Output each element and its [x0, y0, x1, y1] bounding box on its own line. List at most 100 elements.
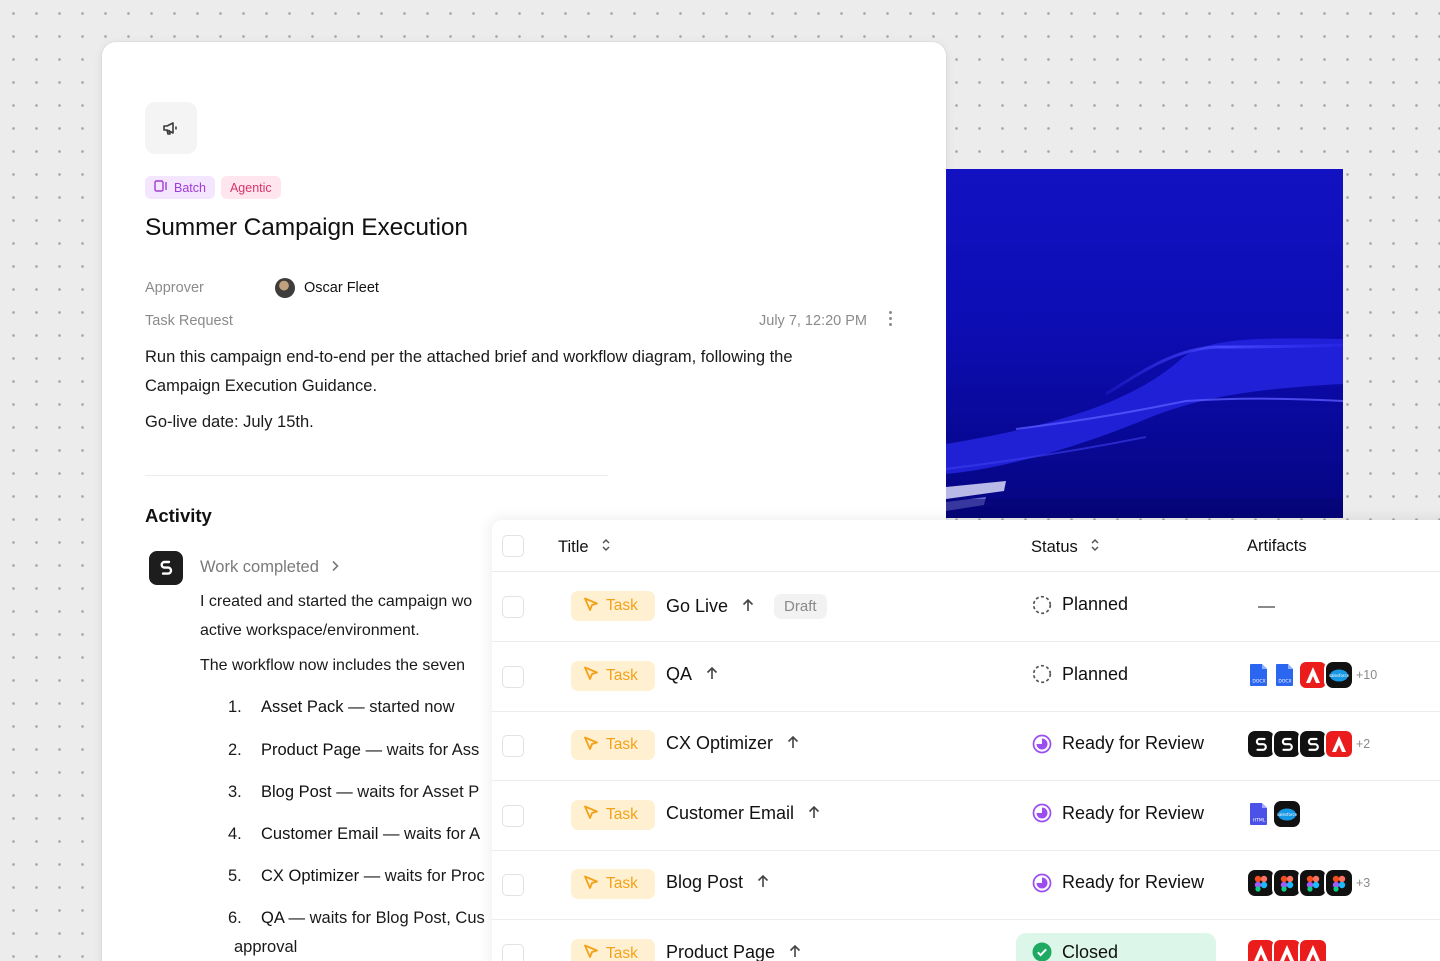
task-type-badge: Task — [571, 730, 655, 760]
status-cell[interactable]: Ready for Review — [1032, 803, 1204, 824]
row-title[interactable]: QA — [666, 664, 718, 685]
more-artifacts-count[interactable]: +10 — [1356, 668, 1377, 682]
column-status-label: Status — [1031, 538, 1078, 556]
row-title-label: Go Live — [666, 596, 729, 616]
salesforce-icon[interactable]: salesforce — [1324, 659, 1354, 690]
batch-icon — [154, 180, 168, 195]
docx-icon[interactable]: DOCX — [1272, 660, 1298, 690]
status-label: Closed — [1062, 941, 1119, 961]
row-checkbox[interactable] — [502, 804, 524, 827]
task-type-label: Task — [606, 666, 638, 684]
row-title[interactable]: CX Optimizer — [666, 733, 799, 754]
artifact-list[interactable]: +3 — [1246, 867, 1370, 899]
row-title-label: CX Optimizer — [666, 733, 774, 753]
row-title-label: Blog Post — [666, 872, 744, 892]
table-row[interactable]: Task CX Optimizer Ready for Review +2 — [492, 711, 1440, 781]
status-label: Planned — [1062, 594, 1129, 614]
status-label: Ready for Review — [1062, 733, 1205, 753]
arrow-up-icon — [742, 596, 754, 617]
artifact-list[interactable] — [1246, 937, 1328, 961]
approver-name[interactable]: Oscar Fleet — [304, 280, 379, 296]
megaphone-icon — [145, 102, 197, 154]
adobe-icon[interactable] — [1324, 729, 1354, 759]
html-icon[interactable]: HTML — [1246, 799, 1272, 829]
adobe-icon[interactable] — [1298, 937, 1328, 961]
draft-badge: Draft — [774, 594, 827, 619]
status-cell[interactable]: Planned — [1032, 594, 1128, 615]
row-checkbox[interactable] — [502, 943, 524, 961]
work-completed-toggle[interactable]: Work completed — [200, 558, 339, 577]
status-cell[interactable]: Closed — [1032, 942, 1118, 961]
row-title[interactable]: Customer Email — [666, 803, 820, 824]
task-type-badge: Task — [571, 938, 655, 961]
column-artifacts-label: Artifacts — [1247, 537, 1307, 555]
task-type-badge: Task — [571, 869, 655, 899]
status-cell[interactable]: Ready for Review — [1032, 872, 1204, 893]
task-icon — [583, 665, 599, 686]
column-header-status[interactable]: Status — [1031, 537, 1100, 558]
select-all-checkbox[interactable] — [502, 535, 524, 557]
status-cell[interactable]: Ready for Review — [1032, 733, 1204, 754]
activity-text-line1: I created and started the campaign wo — [200, 593, 473, 610]
batch-tag[interactable]: Batch — [145, 176, 215, 199]
task-type-badge: Task — [571, 591, 655, 621]
salesforce-icon[interactable]: salesforce — [1272, 798, 1302, 829]
row-title[interactable]: Go Live Draft — [666, 594, 827, 619]
arrow-up-icon — [757, 872, 769, 893]
row-checkbox[interactable] — [502, 735, 524, 757]
figma-icon[interactable] — [1324, 868, 1354, 898]
activity-text-line3: The workflow now includes the seven — [200, 657, 466, 674]
status-cell[interactable]: Planned — [1032, 664, 1128, 685]
task-description: Run this campaign end-to-end per the att… — [145, 348, 793, 395]
step-status: — waits for Asset P — [331, 783, 480, 801]
task-type-label: Task — [606, 944, 638, 961]
artifact-list[interactable]: +2 — [1246, 728, 1370, 760]
sort-icon — [1090, 537, 1100, 558]
arrow-up-icon — [808, 803, 820, 824]
table-row[interactable]: Task Product Page Closed — [492, 920, 1440, 961]
artifact-list[interactable]: HTML salesforce — [1246, 798, 1302, 830]
artifact-list[interactable]: DOCX DOCX salesforce +10 — [1246, 659, 1377, 691]
task-type-badge: Task — [571, 660, 655, 691]
row-title[interactable]: Blog Post — [666, 872, 769, 893]
step-status: — waits for A — [378, 825, 481, 843]
no-artifacts-dash — [1258, 606, 1275, 608]
more-options-icon[interactable] — [888, 311, 892, 326]
step-number: 2. — [228, 741, 242, 759]
task-type-label: Task — [606, 597, 638, 614]
task-icon — [583, 804, 599, 825]
video-preview[interactable] — [946, 169, 1343, 518]
svg-text:HTML: HTML — [1253, 817, 1266, 823]
row-checkbox[interactable] — [502, 596, 524, 618]
table-row[interactable]: Task Customer Email Ready for Review HTML sa… — [492, 781, 1440, 851]
activity-heading: Activity — [145, 505, 212, 526]
step-number: 3. — [228, 783, 242, 801]
table-row[interactable]: Task QA Planned DOCX DOCX salesforce +10 — [492, 642, 1440, 712]
agentic-tag[interactable]: Agentic — [220, 176, 281, 199]
row-title-label: QA — [666, 663, 693, 684]
docx-icon[interactable]: DOCX — [1246, 660, 1272, 690]
row-title[interactable]: Product Page — [666, 942, 801, 961]
avatar[interactable] — [275, 278, 295, 298]
more-artifacts-count[interactable]: +3 — [1356, 876, 1370, 890]
chevron-right-icon — [331, 558, 339, 577]
more-artifacts-count[interactable]: +2 — [1356, 737, 1370, 751]
step-continuation: approval — [234, 938, 298, 956]
batch-tag-label: Batch — [174, 180, 206, 195]
row-checkbox[interactable] — [502, 874, 524, 896]
task-icon — [583, 943, 599, 961]
arrow-up-icon — [787, 733, 799, 754]
sort-icon — [601, 537, 611, 558]
row-title-label: Customer Email — [666, 802, 795, 823]
column-header-title[interactable]: Title — [558, 537, 611, 558]
task-icon — [583, 596, 599, 617]
activity-text-line2: active workspace/environment. — [200, 622, 420, 639]
status-review-icon — [1032, 734, 1052, 754]
table-row[interactable]: Task Blog Post Ready for Review +3 — [492, 850, 1440, 920]
tag-list: Batch Agentic — [145, 176, 281, 199]
table-row[interactable]: Task Go Live Draft Planned — [492, 572, 1440, 642]
status-planned-icon — [1032, 664, 1052, 684]
step-name: QA — [261, 909, 284, 927]
status-review-icon — [1032, 873, 1052, 893]
row-checkbox[interactable] — [502, 665, 524, 688]
